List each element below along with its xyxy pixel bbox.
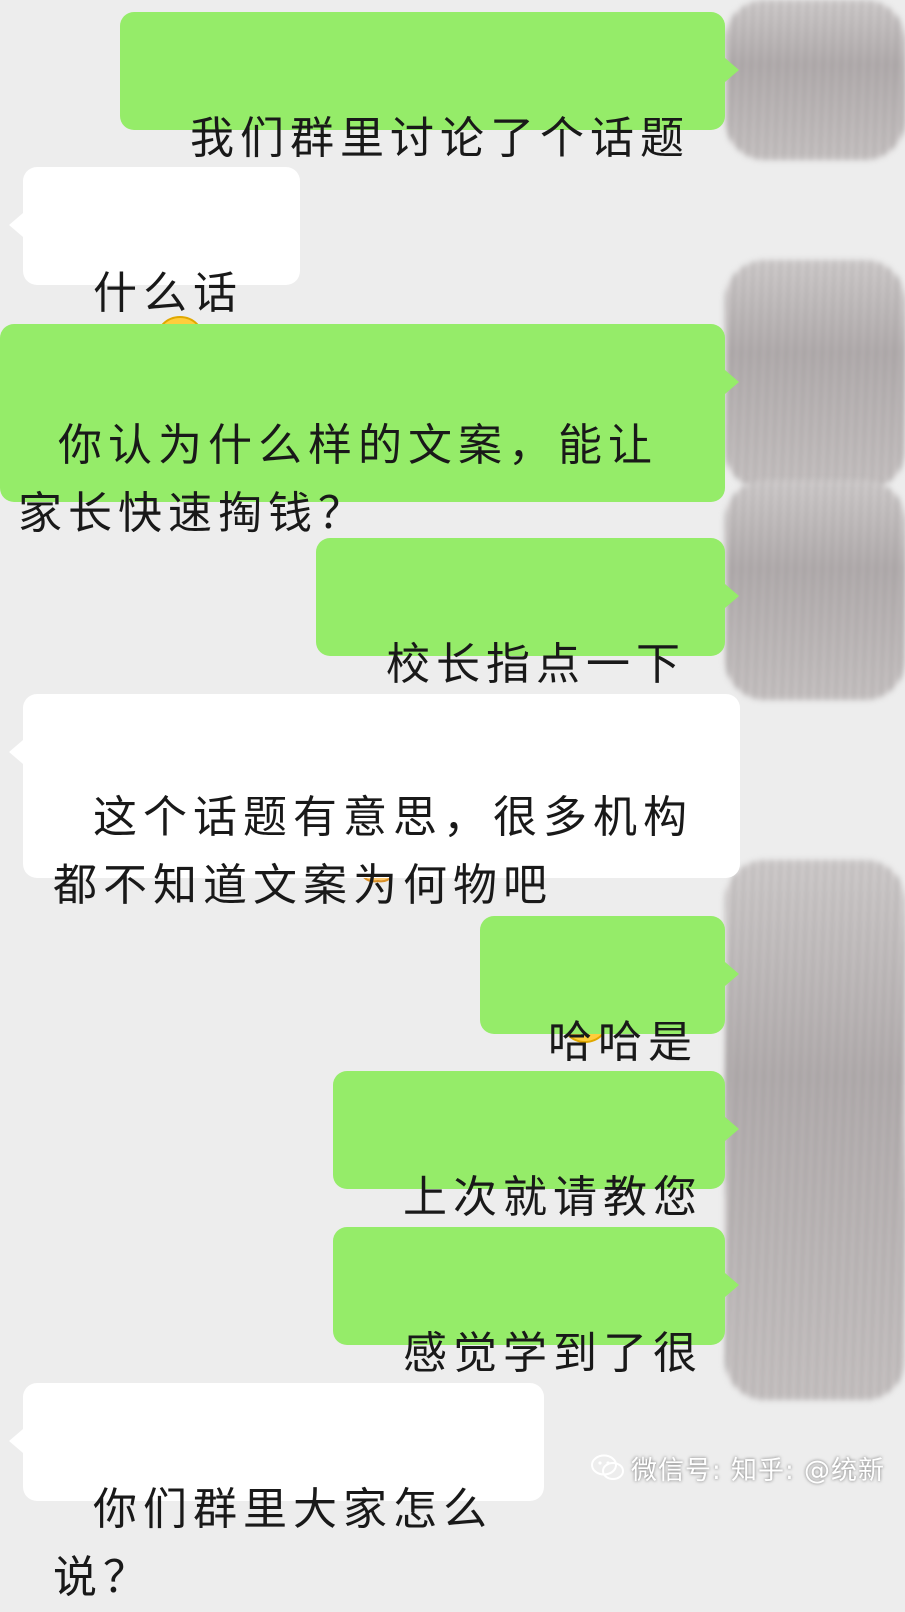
watermark-text: 微信号: 知乎: @统新	[630, 1456, 885, 1486]
message-text: 你们群里大家怎么说？	[53, 1484, 493, 1603]
chat-bubble-received[interactable]: 什么话题？	[9, 167, 300, 387]
blurred-avatar	[725, 0, 905, 160]
wechat-icon	[590, 1454, 625, 1489]
blurred-avatar	[725, 480, 905, 700]
chat-bubble-received[interactable]: 你们群里大家怎么说？	[9, 1383, 544, 1603]
chat-bubble-sent[interactable]: 感觉学到了很多	[333, 1227, 739, 1447]
chat-bubble-sent[interactable]: 你认为什么样的文案，能让家长快速掏钱？	[0, 324, 739, 539]
message-text: 校长指点一下	[385, 639, 686, 690]
blurred-avatar	[725, 860, 905, 1400]
chat-bubble-sent[interactable]: 上次就请教您的	[333, 1071, 739, 1291]
message-text: 你认为什么样的文案，能让家长快速掏钱？	[18, 420, 658, 539]
chat-bubble-received[interactable]: 这个话题有意思，很多机构都不知道文案为何物吧	[9, 694, 740, 1043]
watermark: 微信号: 知乎: @统新	[590, 1450, 885, 1489]
chat-bubble-sent[interactable]: 哈哈是啊	[480, 916, 739, 1136]
eating-watermelon-emoji-icon	[557, 856, 613, 1043]
chat-bubble-sent[interactable]: 我们群里讨论了个话题	[120, 12, 739, 366]
chat-bubble-sent[interactable]: 校长指点一下	[316, 538, 739, 883]
blurred-avatar	[725, 260, 905, 490]
message-text: 我们群里讨论了个话题	[189, 113, 690, 164]
